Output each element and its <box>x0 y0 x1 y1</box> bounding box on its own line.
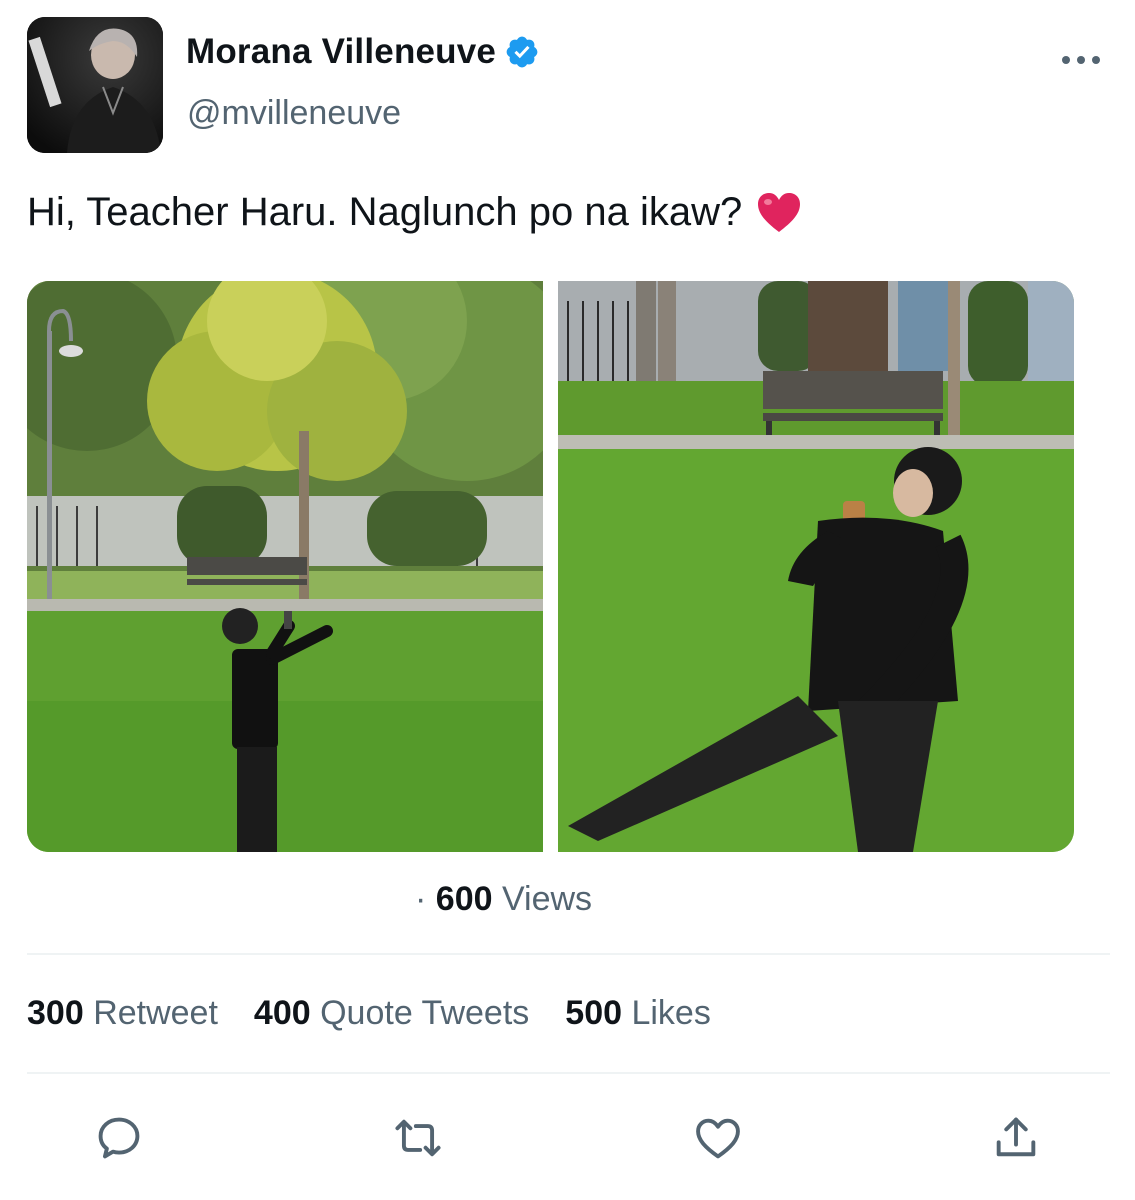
park-photo-drinking <box>558 281 1074 852</box>
likes-count: 500 <box>565 994 623 1032</box>
tweet-stats: 300 Retweet 400 Quote Tweets 500 Likes <box>27 994 747 1033</box>
retweets-label: Retweet <box>93 994 218 1032</box>
quotes-label: Quote Tweets <box>320 994 530 1032</box>
likes-label: Likes <box>631 994 711 1032</box>
verified-badge-icon <box>506 36 538 68</box>
quotes-stat[interactable]: 400 Quote Tweets <box>254 994 529 1033</box>
more-options-icon[interactable] <box>1060 48 1102 72</box>
views-count: 600 <box>435 880 493 918</box>
park-photo-selfie <box>27 281 543 852</box>
tweet-photo-2[interactable] <box>558 281 1074 852</box>
heart-emoji-icon <box>758 192 801 232</box>
display-name[interactable]: Morana Villeneuve <box>186 32 496 72</box>
quotes-count: 400 <box>253 994 311 1032</box>
avatar[interactable] <box>27 17 163 153</box>
divider-top <box>27 953 1110 955</box>
retweets-stat[interactable]: 300 Retweet <box>27 994 218 1033</box>
share-icon[interactable] <box>990 1112 1042 1164</box>
tweet-photo-1[interactable] <box>27 281 543 852</box>
views-separator: · <box>415 880 427 918</box>
reply-icon[interactable] <box>93 1112 145 1164</box>
retweets-count: 300 <box>27 994 84 1032</box>
tweet-text: Hi, Teacher Haru. Naglunch po na ikaw? <box>27 190 802 235</box>
tweet-body: Hi, Teacher Haru. Naglunch po na ikaw? <box>27 190 743 234</box>
author-handle[interactable]: @mvilleneuve <box>187 94 401 133</box>
views-label: Views <box>501 880 593 918</box>
likes-stat[interactable]: 500 Likes <box>565 994 711 1033</box>
author-name-row[interactable]: Morana Villeneuve <box>186 32 540 72</box>
views-line: · 600 Views <box>415 880 592 919</box>
avatar-image <box>27 17 163 153</box>
like-icon[interactable] <box>692 1112 744 1164</box>
retweet-icon[interactable] <box>392 1112 444 1164</box>
divider-bottom <box>27 1072 1110 1074</box>
